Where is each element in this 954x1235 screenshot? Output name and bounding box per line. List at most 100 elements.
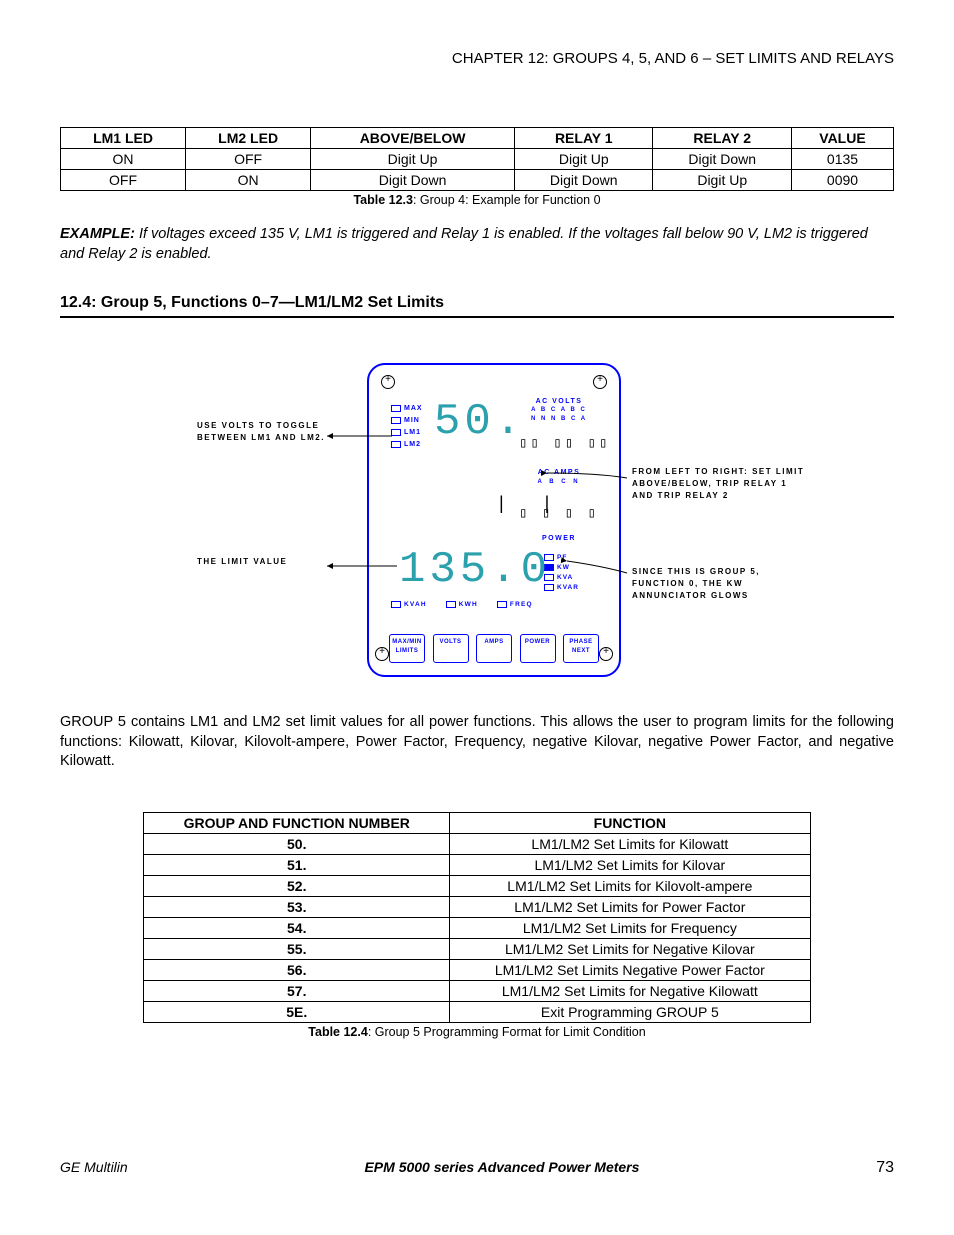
td: 5E. xyxy=(144,1001,450,1022)
th: VALUE xyxy=(791,128,893,149)
caption-bold: Table 12.3 xyxy=(353,193,413,207)
td: 56. xyxy=(144,959,450,980)
td: LM1/LM2 Set Limits for Frequency xyxy=(450,917,811,938)
table-row: ON OFF Digit Up Digit Up Digit Down 0135 xyxy=(61,149,894,170)
td: ON xyxy=(186,170,311,191)
table-row: 54.LM1/LM2 Set Limits for Frequency xyxy=(144,917,810,938)
power-label: POWER xyxy=(519,535,599,542)
th: RELAY 2 xyxy=(653,128,791,149)
amps-button[interactable]: AMPS xyxy=(476,634,512,663)
td: Digit Up xyxy=(515,149,653,170)
button-row: MAX/MIN LIMITS VOLTS AMPS POWER PHASE NE… xyxy=(389,634,599,663)
segment-display-bottom: 135.0 xyxy=(399,545,551,595)
td: 57. xyxy=(144,980,450,1001)
th: RELAY 1 xyxy=(515,128,653,149)
table-row: 57.LM1/LM2 Set Limits for Negative Kilow… xyxy=(144,980,810,1001)
caption-bold: Table 12.4 xyxy=(308,1025,368,1039)
screw-icon xyxy=(593,375,607,389)
th: LM2 LED xyxy=(186,128,311,149)
table-12-4-caption: Table 12.4: Group 5 Programming Format f… xyxy=(60,1025,894,1039)
td: ON xyxy=(61,149,186,170)
meter-panel: MAX MIN LM1 LM2 50. AC VOLTS A B C A B C… xyxy=(367,363,621,677)
td: LM1/LM2 Set Limits for Power Factor xyxy=(450,896,811,917)
td: 51. xyxy=(144,854,450,875)
acvolts-label: AC VOLTS A B C A B C N N N B C A xyxy=(519,397,599,424)
th: ABOVE/BELOW xyxy=(311,128,515,149)
power-button[interactable]: POWER xyxy=(520,634,556,663)
td: LM1/LM2 Set Limits for Kilovar xyxy=(450,854,811,875)
table-row: 55.LM1/LM2 Set Limits for Negative Kilov… xyxy=(144,938,810,959)
th: FUNCTION xyxy=(450,812,811,833)
footer-page-number: 73 xyxy=(876,1159,894,1177)
td: Digit Down xyxy=(515,170,653,191)
led-indicators: MAX MIN LM1 LM2 xyxy=(391,403,423,451)
page-footer: GE Multilin EPM 5000 series Advanced Pow… xyxy=(60,1159,894,1177)
acamps-label: AC AMPS xyxy=(519,469,599,476)
screw-icon xyxy=(375,647,389,661)
table-12-3-caption: Table 12.3: Group 4: Example for Functio… xyxy=(60,193,894,207)
table-row: 56.LM1/LM2 Set Limits Negative Power Fac… xyxy=(144,959,810,980)
td: Digit Down xyxy=(653,149,791,170)
td: Digit Up xyxy=(653,170,791,191)
table-row: 5E.Exit Programming GROUP 5 xyxy=(144,1001,810,1022)
group5-description: GROUP 5 contains LM1 and LM2 set limit v… xyxy=(60,713,894,772)
footer-left: GE Multilin xyxy=(60,1159,128,1175)
bottom-indicators: KVAH KWH FREQ xyxy=(391,601,549,608)
td: 0090 xyxy=(791,170,893,191)
td: OFF xyxy=(186,149,311,170)
caption-text: : Group 4: Example for Function 0 xyxy=(413,193,601,207)
kwh-led: KWH xyxy=(446,601,478,608)
device-diagram: MAX MIN LM1 LM2 50. AC VOLTS A B C A B C… xyxy=(60,358,894,688)
lcd-row1: ▯▯ ▯▯ ▯▯ xyxy=(519,435,610,452)
led-max: MAX xyxy=(391,403,423,415)
th: LM1 LED xyxy=(61,128,186,149)
td: LM1/LM2 Set Limits for Negative Kilowatt xyxy=(450,980,811,1001)
led-min: MIN xyxy=(391,415,423,427)
kvah-led: KVAH xyxy=(391,601,427,608)
td: 0135 xyxy=(791,149,893,170)
table-row: 51.LM1/LM2 Set Limits for Kilovar xyxy=(144,854,810,875)
table-row: 53.LM1/LM2 Set Limits for Power Factor xyxy=(144,896,810,917)
annotation-limit-value: THE LIMIT VALUE xyxy=(197,556,327,568)
caption-text: : Group 5 Programming Format for Limit C… xyxy=(368,1025,646,1039)
annotation-relays: FROM LEFT TO RIGHT: SET LIMIT ABOVE/BELO… xyxy=(632,466,812,502)
td: 50. xyxy=(144,833,450,854)
section-12-4-header: 12.4: Group 5, Functions 0–7—LM1/LM2 Set… xyxy=(60,294,894,318)
annotation-toggle: USE VOLTS TO TOGGLE BETWEEN LM1 AND LM2. xyxy=(197,420,327,444)
annotation-kw-glow: SINCE THIS IS GROUP 5, FUNCTION 0, THE K… xyxy=(632,566,812,602)
td: Digit Down xyxy=(311,170,515,191)
td: LM1/LM2 Set Limits Negative Power Factor xyxy=(450,959,811,980)
td: 52. xyxy=(144,875,450,896)
table-12-3: LM1 LED LM2 LED ABOVE/BELOW RELAY 1 RELA… xyxy=(60,127,894,191)
screw-icon xyxy=(599,647,613,661)
footer-mid: EPM 5000 series Advanced Power Meters xyxy=(364,1159,639,1175)
td: 55. xyxy=(144,938,450,959)
segment-display-top: 50. xyxy=(434,397,525,447)
table-12-4: GROUP AND FUNCTION NUMBER FUNCTION 50.LM… xyxy=(143,812,810,1023)
td: LM1/LM2 Set Limits for Negative Kilovar xyxy=(450,938,811,959)
td: 54. xyxy=(144,917,450,938)
freq-led: FREQ xyxy=(497,601,533,608)
volts-button[interactable]: VOLTS xyxy=(433,634,469,663)
screw-icon xyxy=(381,375,395,389)
abcn-label: A B C N xyxy=(519,479,599,485)
td: LM1/LM2 Set Limits for Kilowatt xyxy=(450,833,811,854)
chapter-header: CHAPTER 12: GROUPS 4, 5, AND 6 – SET LIM… xyxy=(60,50,894,67)
maxmin-limits-button[interactable]: MAX/MIN LIMITS xyxy=(389,634,425,663)
example-paragraph: EXAMPLE: If voltages exceed 135 V, LM1 i… xyxy=(60,225,894,264)
td: Digit Up xyxy=(311,149,515,170)
example-body: If voltages exceed 135 V, LM1 is trigger… xyxy=(60,226,868,262)
example-lead: EXAMPLE: xyxy=(60,226,135,242)
table-row: 50.LM1/LM2 Set Limits for Kilowatt xyxy=(144,833,810,854)
led-lm2: LM2 xyxy=(391,439,423,451)
td: Exit Programming GROUP 5 xyxy=(450,1001,811,1022)
led-lm1: LM1 xyxy=(391,427,423,439)
td: OFF xyxy=(61,170,186,191)
td: LM1/LM2 Set Limits for Kilovolt-ampere xyxy=(450,875,811,896)
td: 53. xyxy=(144,896,450,917)
lcd-row2: ▯ ▯ ▯ ▯ xyxy=(519,505,599,522)
table-row: OFF ON Digit Down Digit Down Digit Up 00… xyxy=(61,170,894,191)
table-row: 52.LM1/LM2 Set Limits for Kilovolt-amper… xyxy=(144,875,810,896)
phase-next-button[interactable]: PHASE NEXT xyxy=(563,634,599,663)
th: GROUP AND FUNCTION NUMBER xyxy=(144,812,450,833)
